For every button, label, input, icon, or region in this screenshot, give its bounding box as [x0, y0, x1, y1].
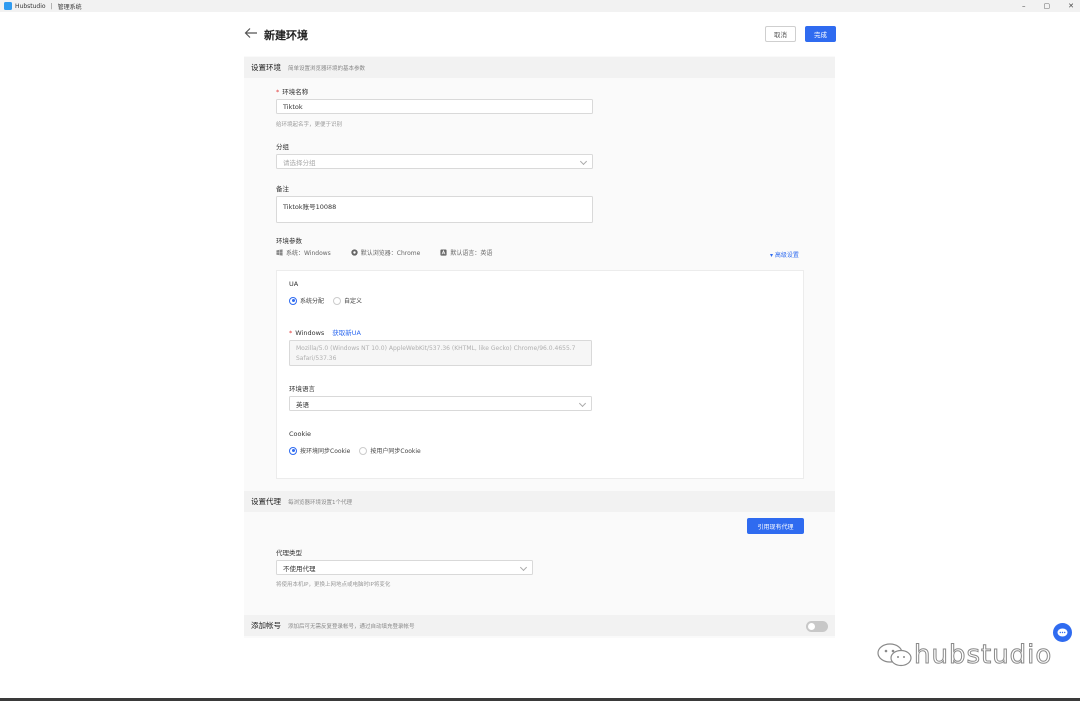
- note-textarea[interactable]: Tiktok账号10088: [276, 196, 593, 223]
- cookie-label: Cookie: [289, 430, 312, 438]
- ua-string-field[interactable]: Mozilla/5.0 (Windows NT 10.0) AppleWebKi…: [289, 340, 592, 366]
- menu-management[interactable]: 管理系统: [58, 2, 82, 11]
- note-label: 备注: [276, 185, 289, 193]
- ua-custom-label[interactable]: 自定义: [344, 296, 362, 305]
- env-section-header: 设置环境 简单设置浏览器环境的基本参数: [244, 57, 835, 78]
- env-params-summary: 系统：Windows 默认浏览器：Chrome 默认语言：英语: [276, 248, 512, 257]
- proxy-type-select[interactable]: 不使用代理: [276, 560, 533, 575]
- chrome-icon: [351, 249, 358, 256]
- group-label: 分组: [276, 143, 289, 151]
- create-environment-form: 设置环境 简单设置浏览器环境的基本参数 * 环境名称 Tiktok 给环境起名字，…: [244, 56, 835, 638]
- account-section-title: 添加帐号: [251, 621, 281, 630]
- restore-icon[interactable]: ▢: [1044, 2, 1051, 10]
- get-new-ua-link[interactable]: 获取新UA: [332, 329, 361, 337]
- env-name-hint: 给环境起名字，更便于识别: [276, 122, 343, 128]
- title-separator: |: [50, 2, 53, 10]
- required-marker: *: [276, 88, 280, 96]
- cookie-env-label[interactable]: 按环境同步Cookie: [300, 446, 350, 455]
- cookie-user-radio[interactable]: [359, 446, 368, 455]
- wechat-logo-icon: [877, 643, 912, 667]
- ua-system-label[interactable]: 系统分配: [300, 296, 324, 305]
- watermark-text: hubstudio: [913, 640, 1053, 671]
- app-logo-icon: [4, 2, 12, 10]
- title-bar: Hubstudio | 管理系统 – ▢ ✕: [0, 0, 1080, 12]
- ua-custom-radio[interactable]: [333, 296, 342, 305]
- cookie-user-label[interactable]: 按用户同步Cookie: [370, 446, 420, 455]
- env-language-value: 英语: [296, 400, 309, 409]
- chat-bubble-icon: [1057, 628, 1068, 636]
- proxy-section-desc: 每浏览器环境设置1个代理: [288, 499, 353, 506]
- env-language-select[interactable]: 英语: [289, 396, 592, 411]
- proxy-section-header: 设置代理 每浏览器环境设置1个代理: [244, 491, 835, 512]
- minimize-icon[interactable]: –: [1022, 2, 1026, 10]
- toggle-knob: [808, 623, 815, 630]
- close-icon[interactable]: ✕: [1068, 2, 1074, 10]
- window-controls: – ▢ ✕: [1022, 0, 1074, 12]
- app-name: Hubstudio: [15, 2, 46, 10]
- env-name-label: * 环境名称: [276, 88, 309, 96]
- env-params-label: 环境参数: [276, 237, 302, 245]
- advanced-settings-panel: UA 系统分配 自定义 * Windows 获取新UA Mozilla/5.0 (W…: [276, 270, 804, 479]
- chevron-down-icon: [578, 399, 587, 408]
- ua-system-radio[interactable]: [289, 296, 297, 305]
- env-name-input[interactable]: Tiktok: [276, 99, 593, 114]
- cookie-radio-group: 按环境同步Cookie 按用户同步Cookie: [289, 446, 421, 455]
- proxy-section-title: 设置代理: [251, 497, 281, 506]
- account-section-header: 添加帐号 添加后可无需反复登录帐号，通过自动填充登录帐号: [244, 615, 835, 636]
- account-section-desc: 添加后可无需反复登录帐号，通过自动填充登录帐号: [288, 623, 415, 630]
- env-section-title: 设置环境: [251, 63, 281, 72]
- required-marker: *: [289, 329, 293, 337]
- env-section-desc: 简单设置浏览器环境的基本参数: [288, 65, 366, 72]
- back-arrow-icon[interactable]: [244, 27, 258, 39]
- windows-icon: [276, 249, 283, 256]
- chevron-down-icon: [519, 563, 528, 572]
- add-account-toggle[interactable]: [806, 621, 828, 632]
- cookie-env-radio[interactable]: [289, 446, 297, 455]
- param-language: 默认语言：英语: [440, 248, 492, 257]
- ua-radio-group: 系统分配 自定义: [289, 296, 362, 305]
- proxy-type-value: 不使用代理: [283, 564, 316, 573]
- done-button[interactable]: 完成: [805, 26, 836, 42]
- proxy-type-label: 代理类型: [276, 549, 302, 557]
- ua-windows-label: * Windows 获取新UA: [289, 329, 361, 337]
- param-browser: 默认浏览器：Chrome: [351, 248, 420, 257]
- proxy-type-hint: 将使用本机IP，更换上网地点或电脑时IP将变化: [276, 582, 391, 588]
- ua-label: UA: [289, 280, 299, 288]
- group-select[interactable]: 请选择分组: [276, 154, 593, 169]
- watermark: hubstudio: [876, 640, 1053, 671]
- advanced-settings-link[interactable]: ▾ 高级设置: [770, 250, 799, 259]
- page-title: 新建环境: [264, 29, 308, 42]
- chevron-down-icon: [579, 157, 588, 166]
- env-language-label: 环境语言: [289, 385, 315, 393]
- chat-support-button[interactable]: [1053, 623, 1072, 642]
- import-proxy-button[interactable]: 引用现有代理: [747, 518, 804, 534]
- group-select-placeholder: 请选择分组: [283, 158, 316, 167]
- cancel-button[interactable]: 取消: [765, 26, 796, 42]
- language-icon: [440, 249, 447, 256]
- param-system: 系统：Windows: [276, 248, 331, 257]
